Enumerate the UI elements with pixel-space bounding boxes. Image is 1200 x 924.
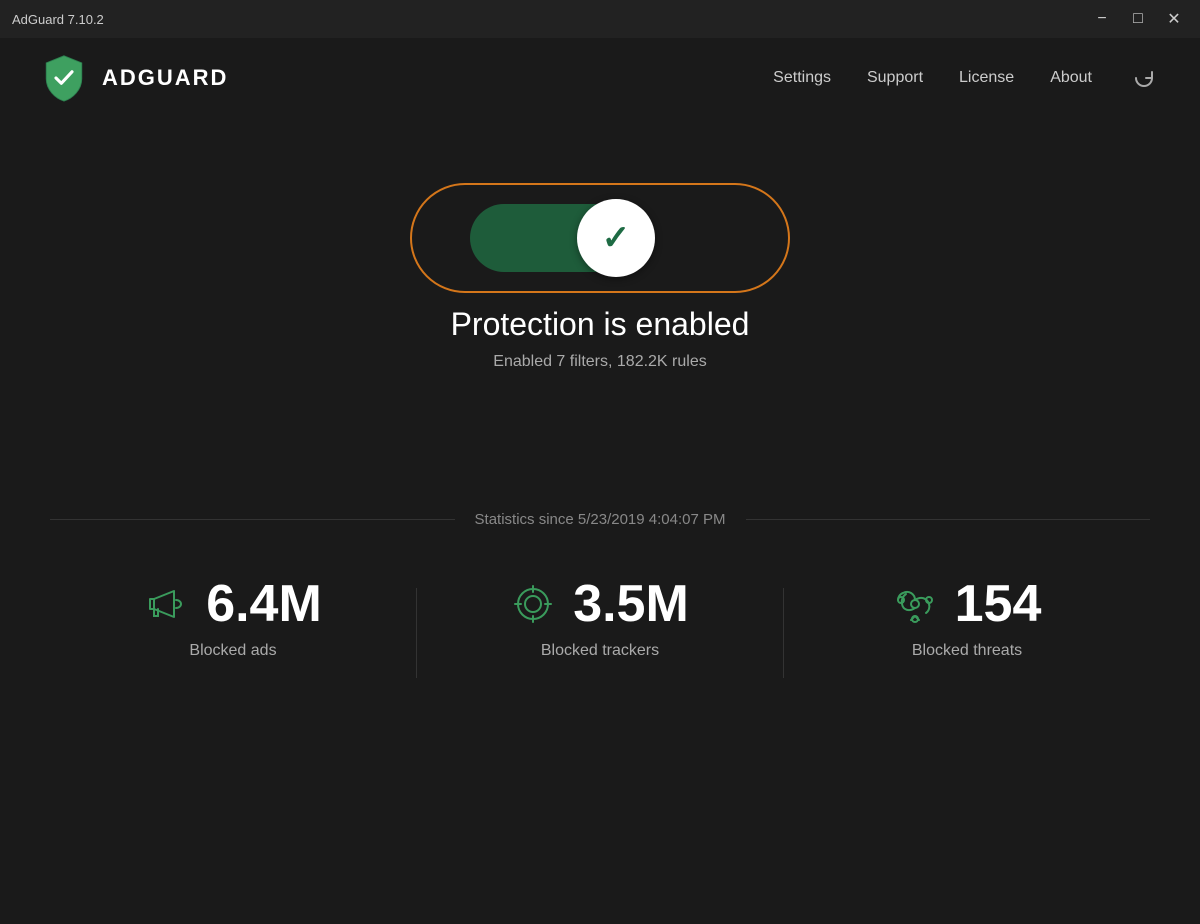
blocked-ads-label: Blocked ads — [189, 642, 276, 660]
stat-blocked-threats: 154 Blocked threats — [784, 578, 1150, 660]
nav-settings[interactable]: Settings — [773, 69, 831, 87]
blocked-trackers-label: Blocked trackers — [541, 642, 659, 660]
close-button[interactable]: ✕ — [1160, 5, 1188, 33]
stat-blocked-trackers: 3.5M Blocked trackers — [417, 578, 783, 660]
stats-divider-row: Statistics since 5/23/2019 4:04:07 PM — [50, 511, 1150, 528]
logo-text: ADGUARD — [102, 65, 228, 91]
checkmark-icon: ✓ — [602, 218, 631, 258]
toggle-track: ✓ — [470, 204, 650, 272]
divider-right — [746, 519, 1151, 520]
minimize-button[interactable]: − — [1088, 5, 1116, 33]
header: ADGUARD Settings Support License About — [0, 38, 1200, 118]
protection-status-title: Protection is enabled — [451, 306, 750, 343]
nav-support[interactable]: Support — [867, 69, 923, 87]
blocked-threats-label: Blocked threats — [912, 642, 1022, 660]
megaphone-icon — [144, 582, 188, 626]
nav-about[interactable]: About — [1050, 69, 1092, 87]
window-controls: − □ ✕ — [1088, 5, 1188, 33]
blocked-trackers-number: 3.5M — [573, 578, 689, 630]
stats-area: 6.4M Blocked ads 3.5M Blocked trackers — [50, 578, 1150, 678]
refresh-icon — [1132, 66, 1156, 90]
protection-status-detail: Enabled 7 filters, 182.2K rules — [493, 353, 706, 371]
stat-blocked-trackers-top: 3.5M — [511, 578, 689, 630]
title-bar: AdGuard 7.10.2 − □ ✕ — [0, 0, 1200, 38]
protection-toggle[interactable]: ✓ — [470, 198, 730, 278]
toggle-thumb: ✓ — [577, 199, 655, 277]
toggle-container: ✓ — [470, 198, 730, 278]
blocked-threats-number: 154 — [955, 578, 1042, 630]
main-content: ✓ Protection is enabled Enabled 7 filter… — [0, 118, 1200, 678]
biohazard-icon — [893, 582, 937, 626]
nav-area: Settings Support License About — [773, 62, 1160, 94]
divider-left — [50, 519, 455, 520]
refresh-button[interactable] — [1128, 62, 1160, 94]
adguard-logo-icon — [40, 54, 88, 102]
tracker-icon — [511, 582, 555, 626]
stat-blocked-threats-top: 154 — [893, 578, 1042, 630]
logo-area: ADGUARD — [40, 54, 228, 102]
nav-license[interactable]: License — [959, 69, 1014, 87]
maximize-button[interactable]: □ — [1124, 5, 1152, 33]
stats-since-label: Statistics since 5/23/2019 4:04:07 PM — [455, 511, 746, 528]
blocked-ads-number: 6.4M — [206, 578, 322, 630]
stat-blocked-ads: 6.4M Blocked ads — [50, 578, 416, 660]
stat-blocked-ads-top: 6.4M — [144, 578, 322, 630]
app-title: AdGuard 7.10.2 — [12, 12, 104, 27]
